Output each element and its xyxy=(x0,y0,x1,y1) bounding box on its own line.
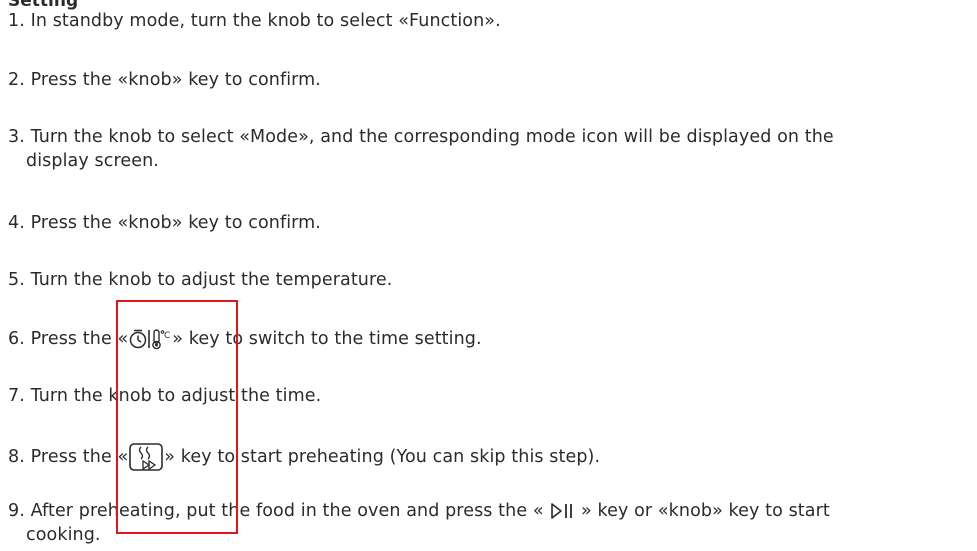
step-text: Press the «knob» key to confirm. xyxy=(30,70,321,90)
step-number: 1. xyxy=(8,11,25,31)
step-number: 9. xyxy=(8,501,25,521)
play-pause-icon xyxy=(549,501,575,521)
step-text-after-icon: » key or «knob» key to start xyxy=(575,501,830,521)
step-4: 4. Press the «knob» key to confirm. xyxy=(8,211,321,235)
step-number: 3. xyxy=(8,127,25,147)
step-number: 5. xyxy=(8,270,25,290)
step-3: 3. Turn the knob to select «Mode», and t… xyxy=(8,125,834,173)
step-text: Turn the knob to adjust the temperature. xyxy=(30,270,393,290)
step-text-before-icon: After preheating, put the food in the ov… xyxy=(30,501,550,521)
step-2: 2. Press the «knob» key to confirm. xyxy=(8,68,321,92)
step-text-before-icon: Press the « xyxy=(30,329,129,349)
step-number: 4. xyxy=(8,213,25,233)
step-8: 8. Press the « » key to start preheating… xyxy=(8,442,600,472)
highlight-box xyxy=(116,300,238,534)
step-6: 6. Press the « C » key to switch to the … xyxy=(8,327,482,351)
step-number: 7. xyxy=(8,386,25,406)
step-number: 2. xyxy=(8,70,25,90)
manual-page: Setting 1. In standby mode, turn the kno… xyxy=(0,0,977,551)
step-number: 6. xyxy=(8,329,25,349)
step-text-continuation: display screen. xyxy=(26,151,159,171)
step-text: Press the «knob» key to confirm. xyxy=(30,213,321,233)
step-5: 5. Turn the knob to adjust the temperatu… xyxy=(8,268,392,292)
step-text-before-icon: Press the « xyxy=(30,447,129,467)
step-text: In standby mode, turn the knob to select… xyxy=(30,11,501,31)
step-number: 8. xyxy=(8,447,25,467)
step-1: 1. In standby mode, turn the knob to sel… xyxy=(8,9,501,33)
step-text: Turn the knob to select «Mode», and the … xyxy=(30,127,834,147)
